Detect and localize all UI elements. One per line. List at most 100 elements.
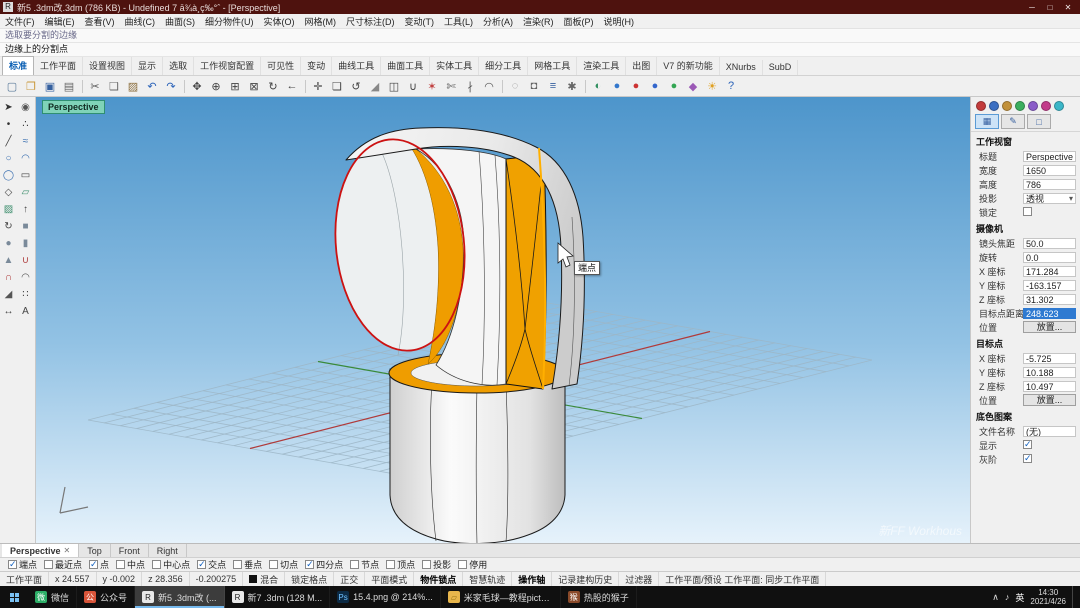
taskbar-photoshop[interactable]: Ps15.4.png @ 214%... — [330, 586, 441, 608]
menu-item[interactable]: 编辑(E) — [40, 15, 80, 28]
fillet-icon[interactable]: ◠ — [480, 77, 498, 95]
menu-item[interactable]: 分析(A) — [478, 15, 518, 28]
array-icon[interactable]: ∷ — [17, 286, 34, 303]
toolbar-tab[interactable]: 显示 — [132, 57, 163, 75]
explode-icon[interactable]: ✶ — [423, 77, 441, 95]
boolean-difference-icon[interactable]: ∩ — [0, 269, 17, 286]
help-tab-icon[interactable] — [1054, 101, 1064, 111]
menu-item[interactable]: 实体(O) — [259, 15, 300, 28]
checkbox[interactable] — [1023, 207, 1032, 216]
taskbar-rhino-doc-2[interactable]: R新7 .3dm (128 M... — [225, 586, 331, 608]
osnap-checkbox[interactable] — [44, 560, 53, 569]
point-icon[interactable]: • — [0, 116, 17, 133]
toolbar-tab[interactable]: 可见性 — [261, 57, 301, 75]
place-button[interactable]: 放置... — [1023, 394, 1076, 406]
tray-chevron-icon[interactable]: ∧ — [992, 592, 999, 603]
text-icon[interactable]: A — [17, 303, 34, 320]
osnap-item[interactable]: 端点 — [8, 558, 37, 571]
osnap-checkbox[interactable] — [152, 560, 161, 569]
box-icon[interactable]: ■ — [17, 218, 34, 235]
osnap-item[interactable]: 切点 — [269, 558, 298, 571]
revolve-icon[interactable]: ↻ — [0, 218, 17, 235]
model-cylinder-body[interactable] — [390, 369, 565, 543]
display-tab-icon[interactable] — [1002, 101, 1012, 111]
object-properties-icon[interactable]: ✱ — [563, 77, 581, 95]
status-cell[interactable]: 平面模式 — [365, 572, 414, 586]
cone-icon[interactable]: ▲ — [0, 252, 17, 269]
status-cell[interactable]: 智慧轨迹 — [463, 572, 512, 586]
render-sphere-blue-icon[interactable]: ● — [646, 77, 664, 95]
osnap-checkbox[interactable] — [422, 560, 431, 569]
toolbar-tab[interactable]: 实体工具 — [430, 57, 479, 75]
property-value[interactable]: 786 — [1023, 179, 1076, 190]
osnap-item[interactable]: 四分点 — [305, 558, 343, 571]
property-value[interactable]: 248.623 — [1023, 308, 1076, 319]
status-cell[interactable]: 工作平面 — [0, 572, 49, 586]
property-value[interactable]: 0.0 — [1023, 252, 1076, 263]
property-value[interactable]: 171.284 — [1023, 266, 1076, 277]
render-sphere-green-icon[interactable]: ● — [665, 77, 683, 95]
toolbar-tab[interactable]: 渲染工具 — [577, 57, 626, 75]
taskbar-gongzhonghao[interactable]: 公公众号 — [77, 586, 135, 608]
close-icon[interactable]: ✕ — [64, 546, 71, 555]
undo-view-icon[interactable]: ← — [283, 77, 301, 95]
rotate-icon[interactable]: ↺ — [347, 77, 365, 95]
toolbar-tab[interactable]: 设置视图 — [83, 57, 132, 75]
show-desktop-button[interactable] — [1072, 586, 1076, 608]
input-language-indicator[interactable]: 英 — [1015, 591, 1024, 604]
material-icon[interactable]: ◆ — [684, 77, 702, 95]
osnap-item[interactable]: 垂点 — [233, 558, 262, 571]
property-select[interactable]: 透视▾ — [1023, 193, 1076, 204]
lights-tab-icon[interactable] — [1041, 101, 1051, 111]
join-icon[interactable]: ∪ — [404, 77, 422, 95]
viewport-properties-tab[interactable]: ▦ — [975, 114, 999, 129]
osnap-checkbox[interactable] — [350, 560, 359, 569]
open-file-icon[interactable]: ❐ — [22, 77, 40, 95]
property-value[interactable]: 10.497 — [1023, 381, 1076, 392]
taskbar-wechat[interactable]: 微微信 — [28, 586, 77, 608]
taskbar-monkey-app[interactable]: 猴热股的猴子 — [561, 586, 637, 608]
osnap-item[interactable]: 中心点 — [152, 558, 190, 571]
start-button[interactable] — [0, 586, 28, 608]
status-cell[interactable]: 锁定格点 — [285, 572, 334, 586]
minimize-button[interactable]: ─ — [1023, 3, 1041, 12]
property-value[interactable]: 50.0 — [1023, 238, 1076, 249]
osnap-item[interactable]: 节点 — [350, 558, 379, 571]
close-button[interactable]: ✕ — [1059, 3, 1077, 12]
perspective-viewport[interactable]: Perspective 端点 新FF Workhous — [36, 97, 970, 543]
toolbar-tab[interactable]: 工作平面 — [34, 57, 83, 75]
volume-icon[interactable]: ♪ — [1005, 592, 1010, 602]
cut-icon[interactable]: ✂ — [86, 77, 104, 95]
osnap-checkbox[interactable] — [386, 560, 395, 569]
property-value[interactable]: 31.302 — [1023, 294, 1076, 305]
select-pointer-icon[interactable]: ➤ — [0, 99, 17, 116]
property-value[interactable]: -163.157 — [1023, 280, 1076, 291]
osnap-item[interactable]: 停用 — [458, 558, 487, 571]
polyline-icon[interactable]: ╱ — [0, 133, 17, 150]
status-cell[interactable]: z 28.356 — [142, 572, 190, 586]
toolbar-tab[interactable]: 网格工具 — [528, 57, 577, 75]
status-cell[interactable]: -0.200275 — [190, 572, 244, 586]
status-cell[interactable]: 工作平面/预设 工作平面: 同步工作平面 — [659, 572, 826, 586]
toolbar-tab[interactable]: V7 的新功能 — [657, 57, 720, 75]
menu-item[interactable]: 尺寸标注(D) — [341, 15, 400, 28]
osnap-item[interactable]: 交点 — [197, 558, 226, 571]
toolbar-tab[interactable]: 曲线工具 — [332, 57, 381, 75]
osnap-item[interactable]: 中点 — [116, 558, 145, 571]
loft-icon[interactable]: ▨ — [0, 201, 17, 218]
point-cloud-icon[interactable]: ∴ — [17, 116, 34, 133]
osnap-checkbox[interactable] — [269, 560, 278, 569]
layers-icon[interactable]: ≡ — [544, 77, 562, 95]
clock[interactable]: 14:302021/4/26 — [1030, 588, 1066, 606]
polygon-icon[interactable]: ◇ — [0, 184, 17, 201]
rotate-view-icon[interactable]: ↻ — [264, 77, 282, 95]
taskbar-explorer-folder[interactable]: ▱米家毛球—教程picture — [441, 586, 561, 608]
camera-settings-tab[interactable]: ✎ — [1001, 114, 1025, 129]
menu-item[interactable]: 网格(M) — [300, 15, 342, 28]
trim-icon[interactable]: ✄ — [442, 77, 460, 95]
status-cell[interactable]: 正交 — [334, 572, 365, 586]
osnap-item[interactable]: 点 — [89, 558, 109, 571]
osnap-checkbox[interactable] — [8, 560, 17, 569]
zoom-dynamic-icon[interactable]: ⊕ — [207, 77, 225, 95]
viewport-tab[interactable]: Top — [79, 544, 111, 557]
